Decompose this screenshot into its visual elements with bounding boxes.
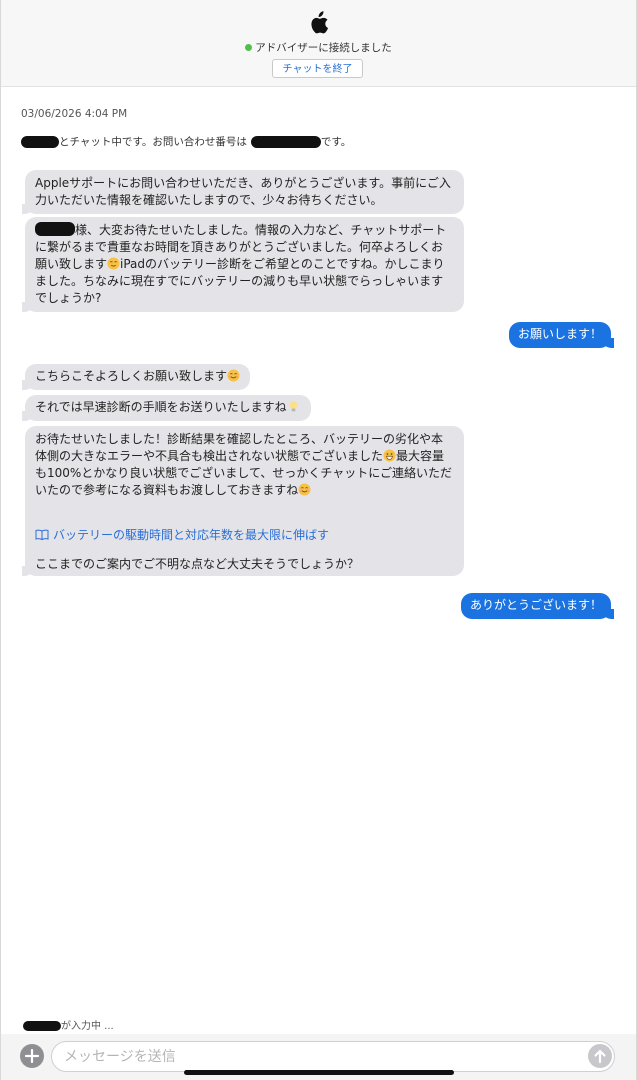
advisor-message: お待たせいたしました！診断結果を確認したところ、バッテリーの劣化や本体側の大きな… — [22, 426, 464, 576]
user-message: ありがとうございます！ — [461, 593, 614, 619]
message-body: お待たせいたしました！診断結果を確認したところ、バッテリーの劣化や本体側の大きな… — [35, 431, 454, 499]
redacted-customer-name — [35, 222, 75, 236]
redacted-name — [21, 136, 59, 148]
message-text: お願いします！ — [517, 327, 602, 341]
message-text: Appleサポートにお問い合わせいただき、ありがとうございます。事前にご入力いた… — [35, 176, 451, 207]
home-indicator — [184, 1070, 454, 1075]
plus-icon — [24, 1048, 40, 1064]
message-text: お待たせいたしました！診断結果を確認したところ、バッテリーの劣化や本体側の大きな… — [35, 432, 444, 463]
message-text: ここまでのご案内でご不明な点など大丈夫そうでしょうか？ — [35, 557, 360, 571]
intro-middle-text: とチャット中です。お問い合わせ番号は — [59, 136, 247, 148]
chat-header: アドバイザーに接続しました チャットを終了 — [1, 0, 636, 87]
intro-end-text: です。 — [320, 136, 352, 148]
message-text-row: ここまでのご案内でご不明な点など大丈夫そうでしょうか？ — [35, 556, 454, 573]
typing-text: が入力中 ... — [61, 1021, 114, 1032]
light-bulb-emoji-icon — [289, 401, 298, 412]
connection-status: アドバイザーに接続しました — [1, 40, 636, 55]
end-chat-button[interactable]: チャットを終了 — [272, 59, 363, 78]
redacted-reference-number — [250, 136, 321, 148]
message-input[interactable] — [51, 1041, 615, 1072]
add-attachment-button[interactable] — [20, 1044, 44, 1068]
message-text: それでは早速診断の手順をお送りいたしますね — [35, 400, 287, 414]
redacted-advisor-name — [23, 1021, 61, 1031]
advisor-message: 様、大変お待たせいたしました。情報の入力など、チャットサポートに繋がるまで貴重な… — [22, 217, 464, 312]
smiling-face-emoji-icon — [298, 483, 311, 496]
status-dot-icon — [245, 44, 253, 51]
send-button[interactable] — [588, 1044, 612, 1068]
battery-article-link[interactable]: バッテリーの駆動時間と対応年数を最大限に伸ばす — [35, 527, 454, 544]
chat-timestamp: 03/06/2026 4:04 PM — [21, 108, 128, 120]
link-text[interactable]: バッテリーの駆動時間と対応年数を最大限に伸ばす — [53, 528, 329, 542]
advisor-message: それでは早速診断の手順をお送りいたしますね — [22, 395, 311, 421]
apple-logo-icon — [311, 11, 328, 34]
typing-indicator: が入力中 ... — [23, 1017, 114, 1032]
message-text: ありがとうございます！ — [469, 598, 602, 612]
grinning-face-emoji-icon — [383, 449, 396, 462]
message-text: こちらこそよろしくお願い致します — [35, 369, 228, 383]
relieved-face-emoji-icon — [107, 257, 120, 270]
book-icon — [35, 529, 49, 540]
user-message: お願いします！ — [509, 322, 614, 348]
connection-status-text: アドバイザーに接続しました — [255, 42, 392, 54]
advisor-message: こちらこそよろしくお願い致します — [22, 364, 250, 390]
chat-window: アドバイザーに接続しました チャットを終了 03/06/2026 4:04 PM… — [0, 0, 637, 1080]
chat-intro-line: とチャット中です。お問い合わせ番号は です。 — [21, 134, 351, 149]
smiling-face-emoji-icon — [227, 369, 240, 382]
send-arrow-icon — [594, 1049, 606, 1064]
advisor-message: Appleサポートにお問い合わせいただき、ありがとうございます。事前にご入力いた… — [22, 170, 464, 214]
